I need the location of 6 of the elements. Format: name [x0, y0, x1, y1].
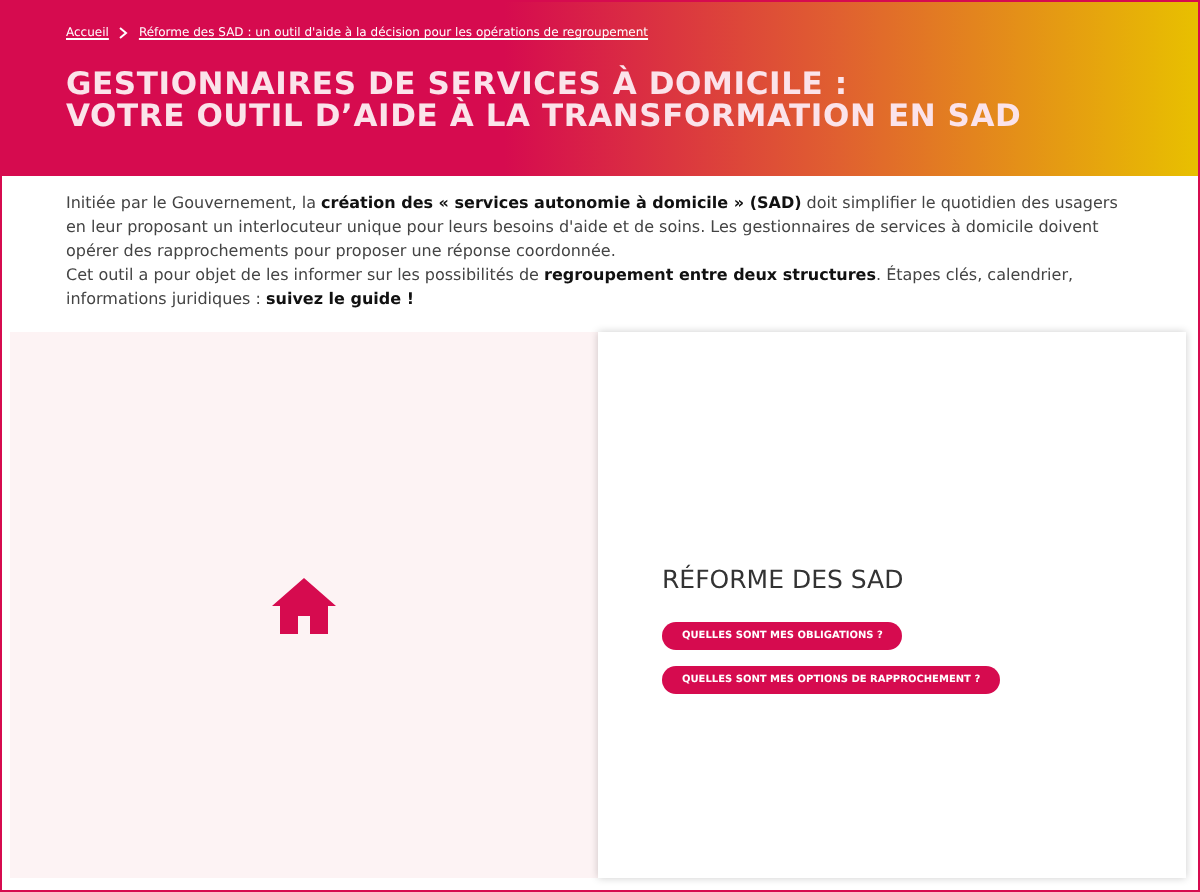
intro-paragraph: Cet outil a pour objet de les informer sur les possibilités de regroupement entre deux structures. Étapes clés, calendrier, informations juridiques : suivez le guide ! [66, 264, 1076, 312]
card-heading: RÉFORME DES SAD [662, 564, 904, 594]
breadcrumb-separator-icon [118, 26, 129, 40]
intro-paragraph: Initiée par le Gouvernement, la création des « services autonomie à domicile » (SAD) doit simplifier le quotidien des usagers en leur proposant un interlocuteur unique pour leurs besoins d'aide et de soins. Les gestionnaires de services à domicile doivent opérer des rapprochements pour proposer une réponse coordonnée. [66, 192, 1120, 264]
page-title: GESTIONNAIRES DE SERVICES À DOMICILE : VOTRE OUTIL D’AIDE À LA TRANSFORMATION EN SAD [66, 68, 1022, 132]
house-icon [270, 575, 338, 635]
